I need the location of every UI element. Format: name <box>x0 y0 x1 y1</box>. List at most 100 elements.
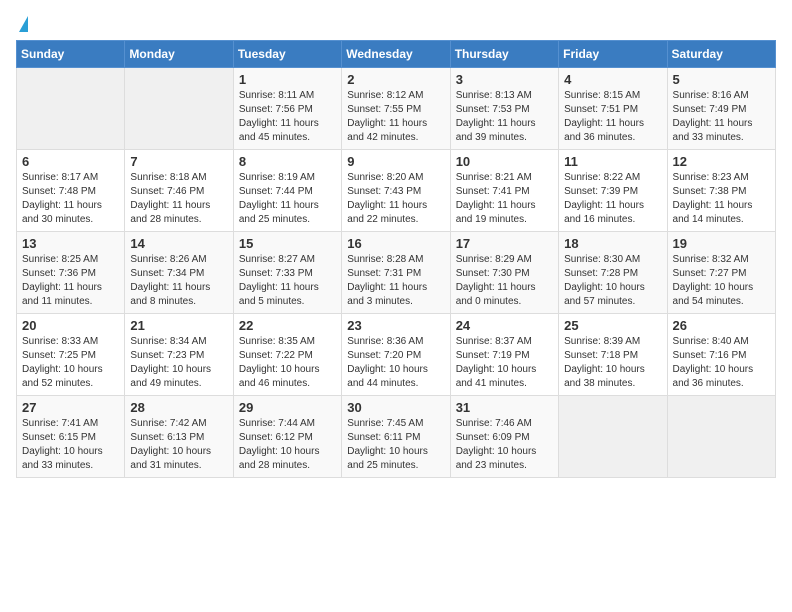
day-number: 18 <box>564 236 661 251</box>
day-number: 7 <box>130 154 227 169</box>
logo <box>16 16 28 30</box>
cell-text: Sunrise: 8:28 AMSunset: 7:31 PMDaylight:… <box>347 253 444 309</box>
calendar-week-2: 6 Sunrise: 8:17 AMSunset: 7:48 PMDaylight… <box>17 150 776 232</box>
cell-text: Sunrise: 8:25 AMSunset: 7:36 PMDaylight:… <box>22 253 119 309</box>
calendar-cell: 28 Sunrise: 7:42 AMSunset: 6:13 PMDayligh… <box>125 396 233 478</box>
day-number: 2 <box>347 72 444 87</box>
day-number: 15 <box>239 236 336 251</box>
cell-text: Sunrise: 8:18 AMSunset: 7:46 PMDaylight:… <box>130 171 227 227</box>
day-number: 6 <box>22 154 119 169</box>
cell-text: Sunrise: 8:39 AMSunset: 7:18 PMDaylight:… <box>564 335 661 391</box>
cell-text: Sunrise: 8:17 AMSunset: 7:48 PMDaylight:… <box>22 171 119 227</box>
cell-text: Sunrise: 8:22 AMSunset: 7:39 PMDaylight:… <box>564 171 661 227</box>
calendar-cell: 26 Sunrise: 8:40 AMSunset: 7:16 PMDayligh… <box>667 314 775 396</box>
calendar-body: 1 Sunrise: 8:11 AMSunset: 7:56 PMDaylight… <box>17 68 776 478</box>
day-number: 25 <box>564 318 661 333</box>
cell-text: Sunrise: 7:41 AMSunset: 6:15 PMDaylight:… <box>22 417 119 473</box>
calendar-cell: 15 Sunrise: 8:27 AMSunset: 7:33 PMDayligh… <box>233 232 341 314</box>
day-number: 11 <box>564 154 661 169</box>
day-number: 17 <box>456 236 553 251</box>
weekday-header-thursday: Thursday <box>450 41 558 68</box>
weekday-header-saturday: Saturday <box>667 41 775 68</box>
weekday-header-sunday: Sunday <box>17 41 125 68</box>
page-header <box>16 16 776 30</box>
calendar-cell: 20 Sunrise: 8:33 AMSunset: 7:25 PMDayligh… <box>17 314 125 396</box>
calendar-cell: 5 Sunrise: 8:16 AMSunset: 7:49 PMDaylight… <box>667 68 775 150</box>
weekday-header-tuesday: Tuesday <box>233 41 341 68</box>
day-number: 5 <box>673 72 770 87</box>
calendar-cell: 2 Sunrise: 8:12 AMSunset: 7:55 PMDaylight… <box>342 68 450 150</box>
calendar-cell: 19Sunrise: 8:32 AMSunset: 7:27 PMDayligh… <box>667 232 775 314</box>
day-number: 21 <box>130 318 227 333</box>
cell-text: Sunrise: 8:29 AMSunset: 7:30 PMDaylight:… <box>456 253 553 309</box>
cell-text: Sunrise: 8:26 AMSunset: 7:34 PMDaylight:… <box>130 253 227 309</box>
day-number: 28 <box>130 400 227 415</box>
day-number: 1 <box>239 72 336 87</box>
calendar-cell <box>125 68 233 150</box>
cell-text: Sunrise: 8:32 AMSunset: 7:27 PMDaylight:… <box>673 253 770 309</box>
day-number: 23 <box>347 318 444 333</box>
calendar-week-4: 20 Sunrise: 8:33 AMSunset: 7:25 PMDayligh… <box>17 314 776 396</box>
day-number: 3 <box>456 72 553 87</box>
calendar-cell: 21 Sunrise: 8:34 AMSunset: 7:23 PMDayligh… <box>125 314 233 396</box>
day-number: 30 <box>347 400 444 415</box>
cell-text: Sunrise: 8:27 AMSunset: 7:33 PMDaylight:… <box>239 253 336 309</box>
calendar-cell: 3 Sunrise: 8:13 AMSunset: 7:53 PMDaylight… <box>450 68 558 150</box>
weekday-header-friday: Friday <box>559 41 667 68</box>
day-number: 26 <box>673 318 770 333</box>
cell-text: Sunrise: 8:37 AMSunset: 7:19 PMDaylight:… <box>456 335 553 391</box>
calendar-cell: 24 Sunrise: 8:37 AMSunset: 7:19 PMDayligh… <box>450 314 558 396</box>
calendar-cell: 9 Sunrise: 8:20 AMSunset: 7:43 PMDaylight… <box>342 150 450 232</box>
calendar-week-5: 27 Sunrise: 7:41 AMSunset: 6:15 PMDayligh… <box>17 396 776 478</box>
day-number: 24 <box>456 318 553 333</box>
logo-triangle-icon <box>19 16 28 32</box>
calendar-cell: 12 Sunrise: 8:23 AMSunset: 7:38 PMDayligh… <box>667 150 775 232</box>
day-number: 10 <box>456 154 553 169</box>
weekday-header-monday: Monday <box>125 41 233 68</box>
calendar-week-3: 13 Sunrise: 8:25 AMSunset: 7:36 PMDayligh… <box>17 232 776 314</box>
cell-text: Sunrise: 8:30 AMSunset: 7:28 PMDaylight:… <box>564 253 661 309</box>
calendar-cell: 29Sunrise: 7:44 AMSunset: 6:12 PMDayligh… <box>233 396 341 478</box>
cell-text: Sunrise: 7:46 AMSunset: 6:09 PMDaylight:… <box>456 417 553 473</box>
cell-text: Sunrise: 8:20 AMSunset: 7:43 PMDaylight:… <box>347 171 444 227</box>
calendar-cell: 14 Sunrise: 8:26 AMSunset: 7:34 PMDayligh… <box>125 232 233 314</box>
calendar-cell: 18 Sunrise: 8:30 AMSunset: 7:28 PMDayligh… <box>559 232 667 314</box>
cell-text: Sunrise: 7:42 AMSunset: 6:13 PMDaylight:… <box>130 417 227 473</box>
cell-text: Sunrise: 8:15 AMSunset: 7:51 PMDaylight:… <box>564 89 661 145</box>
cell-text: Sunrise: 8:35 AMSunset: 7:22 PMDaylight:… <box>239 335 336 391</box>
cell-text: Sunrise: 8:16 AMSunset: 7:49 PMDaylight:… <box>673 89 770 145</box>
calendar-cell: 7 Sunrise: 8:18 AMSunset: 7:46 PMDaylight… <box>125 150 233 232</box>
day-number: 31 <box>456 400 553 415</box>
cell-text: Sunrise: 8:13 AMSunset: 7:53 PMDaylight:… <box>456 89 553 145</box>
cell-text: Sunrise: 8:36 AMSunset: 7:20 PMDaylight:… <box>347 335 444 391</box>
day-number: 22 <box>239 318 336 333</box>
cell-text: Sunrise: 8:40 AMSunset: 7:16 PMDaylight:… <box>673 335 770 391</box>
cell-text: Sunrise: 8:23 AMSunset: 7:38 PMDaylight:… <box>673 171 770 227</box>
day-number: 20 <box>22 318 119 333</box>
calendar-cell: 11 Sunrise: 8:22 AMSunset: 7:39 PMDayligh… <box>559 150 667 232</box>
cell-text: Sunrise: 8:33 AMSunset: 7:25 PMDaylight:… <box>22 335 119 391</box>
calendar-cell: 23 Sunrise: 8:36 AMSunset: 7:20 PMDayligh… <box>342 314 450 396</box>
calendar-cell <box>17 68 125 150</box>
calendar-cell: 27 Sunrise: 7:41 AMSunset: 6:15 PMDayligh… <box>17 396 125 478</box>
calendar-cell: 25 Sunrise: 8:39 AMSunset: 7:18 PMDayligh… <box>559 314 667 396</box>
weekday-header-wednesday: Wednesday <box>342 41 450 68</box>
cell-text: Sunrise: 8:12 AMSunset: 7:55 PMDaylight:… <box>347 89 444 145</box>
calendar-cell: 6 Sunrise: 8:17 AMSunset: 7:48 PMDaylight… <box>17 150 125 232</box>
calendar-week-1: 1 Sunrise: 8:11 AMSunset: 7:56 PMDaylight… <box>17 68 776 150</box>
day-number: 9 <box>347 154 444 169</box>
day-number: 13 <box>22 236 119 251</box>
calendar-cell: 30Sunrise: 7:45 AMSunset: 6:11 PMDayligh… <box>342 396 450 478</box>
calendar-cell: 22 Sunrise: 8:35 AMSunset: 7:22 PMDayligh… <box>233 314 341 396</box>
day-number: 12 <box>673 154 770 169</box>
day-number: 16 <box>347 236 444 251</box>
cell-text: Sunrise: 8:11 AMSunset: 7:56 PMDaylight:… <box>239 89 336 145</box>
calendar-cell: 8Sunrise: 8:19 AMSunset: 7:44 PMDaylight… <box>233 150 341 232</box>
calendar-cell: 1 Sunrise: 8:11 AMSunset: 7:56 PMDaylight… <box>233 68 341 150</box>
calendar-cell: 31 Sunrise: 7:46 AMSunset: 6:09 PMDayligh… <box>450 396 558 478</box>
cell-text: Sunrise: 8:34 AMSunset: 7:23 PMDaylight:… <box>130 335 227 391</box>
day-number: 27 <box>22 400 119 415</box>
day-number: 14 <box>130 236 227 251</box>
calendar-cell: 16 Sunrise: 8:28 AMSunset: 7:31 PMDayligh… <box>342 232 450 314</box>
calendar-cell: 4Sunrise: 8:15 AMSunset: 7:51 PMDaylight… <box>559 68 667 150</box>
